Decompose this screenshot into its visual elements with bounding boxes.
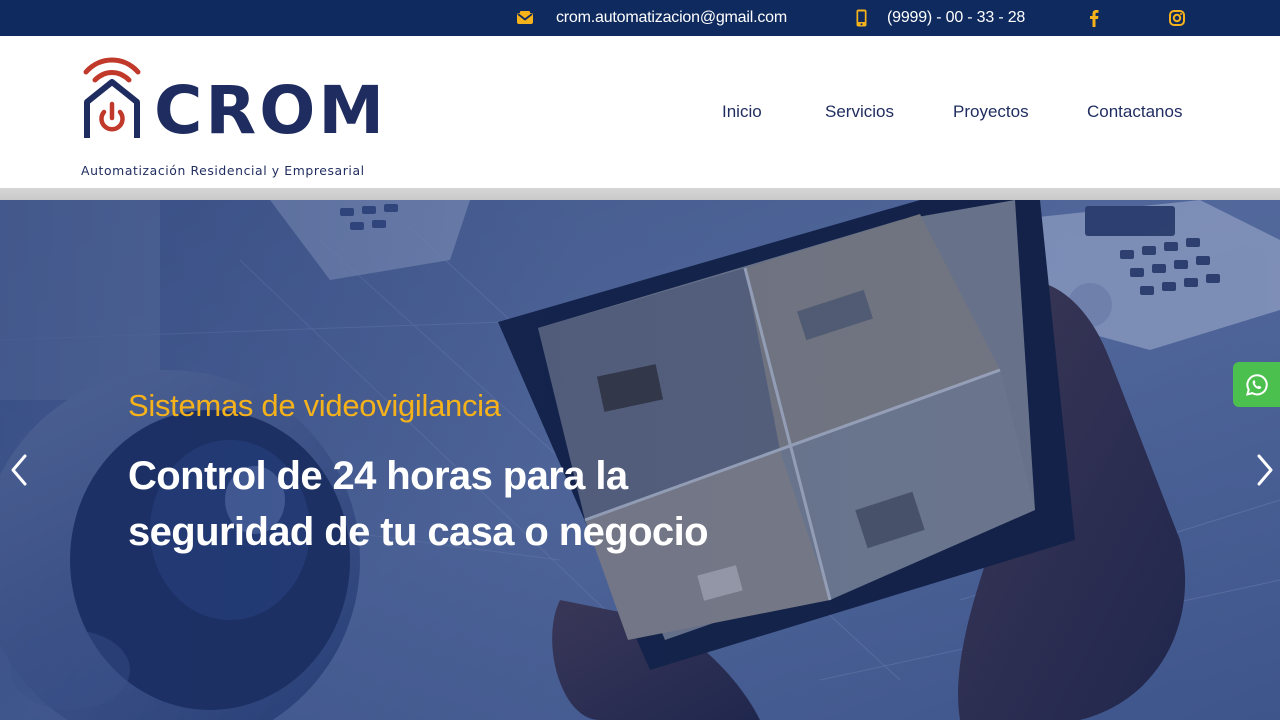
phone-link[interactable]: (9999) - 00 - 33 - 28: [887, 9, 1025, 27]
whatsapp-icon: [1245, 373, 1268, 396]
logo-tagline: Automatización Residencial y Empresarial: [81, 163, 365, 178]
hero-slider: Sistemas de videovigilancia Control de 2…: [0, 200, 1280, 720]
whatsapp-button[interactable]: [1233, 362, 1280, 407]
nav-link-contactanos[interactable]: Contactanos: [1087, 102, 1182, 122]
nav-link-inicio[interactable]: Inicio: [722, 102, 762, 122]
hero-title: Control de 24 horas para la seguridad de…: [128, 454, 709, 554]
header-divider: [0, 188, 1280, 200]
logo-wordmark: CROM: [154, 72, 388, 149]
slider-prev-button[interactable]: [4, 450, 34, 490]
site-header: CROM Automatización Residencial y Empres…: [0, 36, 1280, 188]
crom-logo[interactable]: CROM Automatización Residencial y Empres…: [80, 50, 384, 178]
instagram-icon[interactable]: [1169, 10, 1185, 26]
nav-link-servicios[interactable]: Servicios: [825, 102, 894, 122]
mobile-phone-icon: [856, 9, 867, 27]
nav-link-proyectos[interactable]: Proyectos: [953, 102, 1029, 122]
hero-subtitle: Sistemas de videovigilancia: [128, 388, 501, 423]
chevron-right-icon: [1257, 454, 1273, 486]
slider-next-button[interactable]: [1250, 450, 1280, 490]
email-contact[interactable]: crom.automatizacion@gmail.com: [516, 0, 787, 36]
nav-item-servicios[interactable]: Servicios: [825, 36, 894, 188]
top-contact-bar: crom.automatizacion@gmail.com (9999) - 0…: [0, 0, 1280, 36]
smart-home-wifi-power-icon: [83, 57, 141, 138]
email-link[interactable]: crom.automatizacion@gmail.com: [556, 9, 787, 27]
facebook-icon[interactable]: [1089, 9, 1099, 27]
nav-item-contactanos[interactable]: Contactanos: [1087, 36, 1182, 188]
envelope-icon: [516, 10, 534, 26]
chevron-left-icon: [11, 454, 27, 486]
facebook-link[interactable]: [1089, 0, 1099, 36]
phone-contact[interactable]: (9999) - 00 - 33 - 28: [856, 0, 1025, 36]
instagram-link[interactable]: [1169, 0, 1185, 36]
nav-item-inicio[interactable]: Inicio: [722, 36, 762, 188]
nav-item-proyectos[interactable]: Proyectos: [953, 36, 1029, 188]
